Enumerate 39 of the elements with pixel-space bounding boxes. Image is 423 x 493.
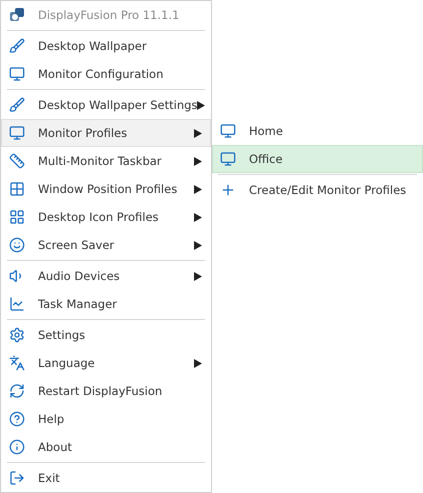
- plus-icon: [220, 182, 236, 198]
- app-logo-icon: [9, 7, 25, 23]
- face-icon: [9, 237, 25, 253]
- menu-item[interactable]: Monitor Profiles: [1, 119, 211, 147]
- menu-item[interactable]: Task Manager: [1, 290, 211, 318]
- menu-item[interactable]: Window Position Profiles: [1, 175, 211, 203]
- monitor-icon: [9, 125, 25, 141]
- menu-title: DisplayFusion Pro 11.1.1: [1, 1, 211, 29]
- menu-item[interactable]: Office: [212, 145, 423, 173]
- menu-item[interactable]: Home: [212, 117, 423, 145]
- exit-icon: [9, 470, 25, 486]
- menu-item[interactable]: Restart DisplayFusion: [1, 377, 211, 405]
- menu-item[interactable]: Language: [1, 349, 211, 377]
- refresh-icon: [9, 383, 25, 399]
- info-icon: [9, 439, 25, 455]
- menu-item[interactable]: About: [1, 433, 211, 461]
- menu-item[interactable]: Settings: [1, 321, 211, 349]
- menu-item[interactable]: Desktop Icon Profiles: [1, 203, 211, 231]
- menu-item[interactable]: Audio Devices: [1, 262, 211, 290]
- menu-item[interactable]: Desktop Wallpaper: [1, 32, 211, 60]
- help-icon: [9, 411, 25, 427]
- monitor-icon: [220, 123, 236, 139]
- menu-item[interactable]: Monitor Configuration: [1, 60, 211, 88]
- menu-item[interactable]: Multi-Monitor Taskbar: [1, 147, 211, 175]
- brush-icon: [9, 97, 25, 113]
- grid-icon: [9, 181, 25, 197]
- settings-icon: [9, 327, 25, 343]
- menu-item[interactable]: Exit: [1, 464, 211, 492]
- menu-item[interactable]: Desktop Wallpaper Settings: [1, 91, 211, 119]
- menu-item[interactable]: Screen Saver: [1, 231, 211, 259]
- ruler-icon: [9, 153, 25, 169]
- chart-icon: [9, 296, 25, 312]
- monitor-icon: [220, 151, 236, 167]
- monitor-icon: [9, 66, 25, 82]
- brush-icon: [9, 38, 25, 54]
- menu-item[interactable]: Create/Edit Monitor Profiles: [212, 176, 423, 204]
- menu-item[interactable]: Help: [1, 405, 211, 433]
- grid-icon: [9, 209, 25, 225]
- language-icon: [9, 355, 25, 371]
